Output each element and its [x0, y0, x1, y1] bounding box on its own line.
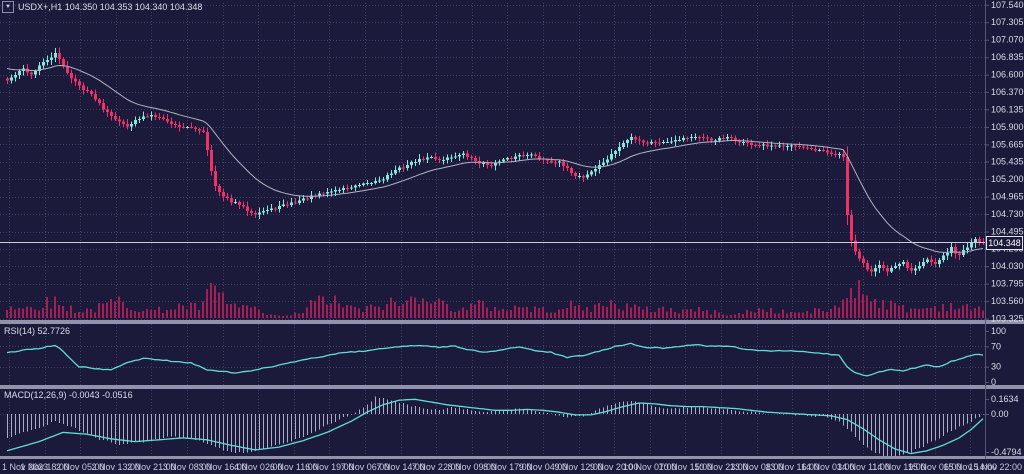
price-axis-label: 105.665 [991, 139, 1024, 149]
rsi-axis-label: 100 [991, 326, 1006, 336]
price-axis-label: 105.900 [991, 122, 1024, 132]
chart-title-bar: ▼ USDX+,H1 104.350 104.353 104.340 104.3… [2, 1, 202, 13]
price-axis-label: 106.135 [991, 104, 1024, 114]
price-axis-label: 106.600 [991, 70, 1024, 80]
price-axis-label: 105.200 [991, 174, 1024, 184]
macd-axis-label: -0.4794 [991, 447, 1022, 457]
price-axis-label: 107.305 [991, 17, 1024, 27]
price-axis-label: 103.325 [991, 314, 1024, 324]
rsi-indicator-label: RSI(14) 52.7726 [4, 326, 70, 336]
price-axis-label: 104.030 [991, 261, 1024, 271]
price-axis-label: 107.540 [991, 0, 1024, 10]
rsi-axis-label: 70 [991, 341, 1001, 351]
price-axis-label: 104.965 [991, 192, 1024, 202]
macd-indicator-label: MACD(12,26,9) -0.0043 -0.0516 [4, 390, 133, 400]
macd-axis-label: 0.1634 [991, 394, 1019, 404]
current-price-badge: 104.348 [986, 236, 1023, 250]
time-axis-label: 15 Nov 22:00 [968, 462, 1022, 472]
price-axis-label: 106.370 [991, 87, 1024, 97]
price-axis-label: 103.560 [991, 296, 1024, 306]
chart-canvas[interactable]: 107.540 107.305 107.070 106.835 106.600 106.3… [0, 0, 1024, 474]
trading-chart-window: 107.540 107.305 107.070 106.835 106.600 106.3… [0, 0, 1024, 474]
rsi-axis-label: 0 [991, 377, 996, 387]
price-axis-label: 103.795 [991, 279, 1024, 289]
price-axis-label: 104.495 [991, 227, 1024, 237]
chart-menu-icon[interactable]: ▼ [2, 1, 14, 13]
rsi-axis-label: 30 [991, 362, 1001, 372]
chart-background [0, 0, 1024, 474]
symbol-ohlc-title: USDX+,H1 104.350 104.353 104.340 104.348 [18, 2, 202, 12]
macd-axis-label: 0.00 [991, 409, 1009, 419]
price-axis-label: 104.730 [991, 209, 1024, 219]
price-axis-label: 107.070 [991, 35, 1024, 45]
time-axis[interactable]: 1 Nov 20231 Nov 18:002 Nov 05:002 Nov 13… [2, 462, 1022, 472]
price-axis-label: 105.435 [991, 157, 1024, 167]
price-axis-label: 106.835 [991, 52, 1024, 62]
